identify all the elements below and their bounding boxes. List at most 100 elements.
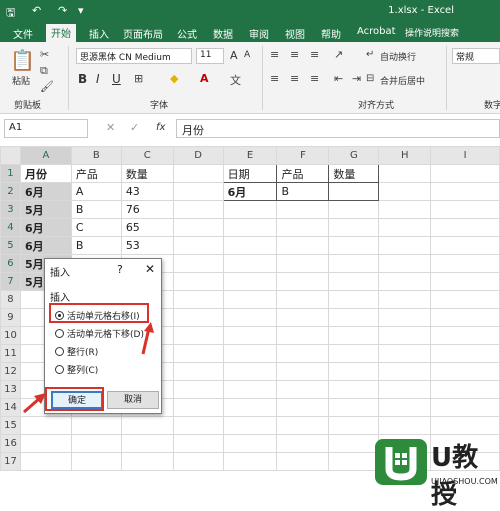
cell[interactable] [222,236,278,255]
row-header[interactable]: 10 [0,326,21,345]
cell[interactable] [276,236,330,255]
cell[interactable] [172,452,224,471]
wrap-text-button[interactable]: 自动换行 [380,50,416,63]
column-header[interactable]: D [172,146,224,165]
cell[interactable] [276,344,330,363]
cell[interactable] [328,182,380,201]
row-header[interactable]: 6 [0,254,21,273]
cell[interactable] [70,416,122,435]
cell[interactable] [430,380,500,399]
column-header[interactable]: A [19,146,72,165]
copy-icon[interactable]: ⧉ [40,64,48,78]
tab-file[interactable]: 文件 [8,25,38,42]
cell[interactable] [378,200,432,219]
cell[interactable] [276,290,330,309]
cell[interactable]: 数量 [120,164,174,183]
font-name-select[interactable]: 思源黑体 CN Medium [76,48,192,64]
formula-input[interactable]: 月份 [176,119,500,138]
row-header[interactable]: 12 [0,362,21,381]
cell[interactable]: B [70,200,122,219]
cell[interactable] [276,254,330,273]
cell[interactable] [378,236,432,255]
row-header[interactable]: 1 [0,164,21,183]
paste-button[interactable]: 粘贴 [12,74,30,87]
column-header[interactable]: H [378,146,432,165]
cell[interactable] [378,218,432,237]
cell[interactable] [378,254,432,273]
row-header[interactable]: 16 [0,434,21,453]
borders-icon[interactable]: ⊞ [134,72,143,85]
cell[interactable] [378,416,432,435]
cell[interactable] [276,398,330,417]
cell[interactable] [276,218,330,237]
cell[interactable] [222,254,278,273]
cell[interactable] [430,344,500,363]
cell[interactable] [430,272,500,291]
row-header[interactable]: 8 [0,290,21,309]
row-header[interactable]: 14 [0,398,21,417]
cell[interactable] [430,254,500,273]
cell[interactable] [430,236,500,255]
cell[interactable] [172,254,224,273]
cell[interactable]: 产品 [276,164,330,183]
increase-indent-icon[interactable]: ⇥ [352,72,361,85]
cell[interactable] [19,434,72,453]
orientation-icon[interactable]: ↗ [334,48,343,61]
cell[interactable] [328,452,380,471]
cell[interactable] [276,416,330,435]
cell[interactable] [276,326,330,345]
tab-formulas[interactable]: 公式 [172,25,202,42]
cell[interactable] [222,416,278,435]
cell[interactable] [19,416,72,435]
underline-button[interactable]: U [112,72,121,86]
cell[interactable] [276,434,330,453]
cell[interactable] [222,218,278,237]
cell[interactable] [222,398,278,417]
phonetic-icon[interactable]: 文 [230,72,241,88]
select-all-corner[interactable] [0,146,21,165]
cell[interactable] [328,398,380,417]
cell[interactable] [120,452,174,471]
cell[interactable] [276,380,330,399]
name-box[interactable]: A1 [4,119,88,138]
row-header[interactable]: 9 [0,308,21,327]
help-button[interactable]: ? [117,263,123,276]
cell[interactable] [430,200,500,219]
redo-icon[interactable]: ↷ [58,4,67,17]
enter-icon[interactable]: ✓ [130,121,139,134]
option-shift-down[interactable]: 活动单元格下移(D) [55,327,144,340]
cell[interactable]: 6月 [222,182,278,201]
row-header[interactable]: 2 [0,182,21,201]
customize-quick-access-icon[interactable]: ▾ [78,4,84,17]
option-entire-row[interactable]: 整行(R) [55,345,98,358]
cell[interactable] [328,218,380,237]
cell[interactable] [172,434,224,453]
row-header[interactable]: 4 [0,218,21,237]
row-header[interactable]: 7 [0,272,21,291]
cell[interactable]: 53 [120,236,174,255]
tab-acrobat[interactable]: Acrobat [352,25,401,38]
cell[interactable] [328,200,380,219]
row-header[interactable]: 15 [0,416,21,435]
cell[interactable] [328,236,380,255]
cell[interactable] [19,452,72,471]
cell[interactable] [328,290,380,309]
italic-button[interactable]: I [96,72,100,86]
cell[interactable] [222,452,278,471]
cell[interactable] [70,434,122,453]
cell[interactable] [172,398,224,417]
cell[interactable] [328,272,380,291]
cell[interactable] [378,290,432,309]
insert-function-button[interactable]: fx [156,122,165,133]
font-color-icon[interactable]: A [200,72,209,85]
cell[interactable] [430,218,500,237]
cell[interactable] [172,416,224,435]
cell[interactable] [430,182,500,201]
cell[interactable] [328,254,380,273]
cell[interactable] [430,416,500,435]
font-size-select[interactable]: 11 [196,48,224,64]
align-left-icon[interactable]: ≡ [270,72,279,85]
cell[interactable] [328,326,380,345]
cell[interactable] [328,380,380,399]
cell[interactable] [172,182,224,201]
